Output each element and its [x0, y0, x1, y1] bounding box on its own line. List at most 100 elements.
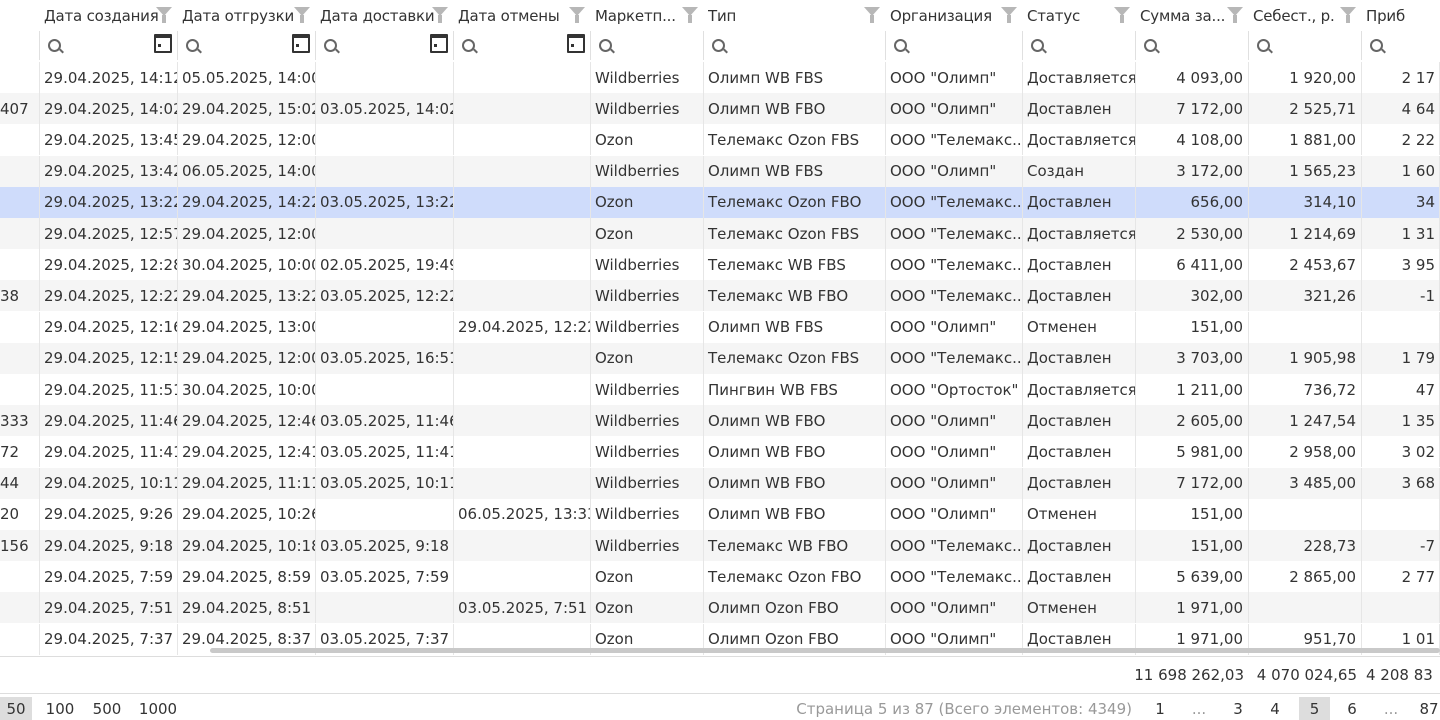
table-row[interactable]: 29.04.2025, 12:28 30.04.2025, 10:00 02.05.… [0, 249, 1440, 281]
table-row[interactable]: 29.04.2025, 7:59 29.04.2025, 8:59 03.05.20… [0, 561, 1440, 593]
filter-funnel-icon[interactable] [864, 7, 880, 23]
cell-sum: 6 411,00 [1136, 249, 1249, 281]
cell-type: Олимп WB FBO [704, 93, 886, 125]
filter-input-status[interactable] [1023, 31, 1136, 60]
search-icon [1031, 39, 1044, 52]
table-row[interactable]: 29.04.2025, 12:57 29.04.2025, 12:00 Ozon Те… [0, 218, 1440, 249]
table-row-selected[interactable]: 29.04.2025, 13:22 29.04.2025, 14:22 03.05.… [0, 186, 1440, 218]
cell-type: Телемакс Ozon FBO [704, 186, 886, 218]
cell-cancelled [454, 405, 591, 437]
filter-input-type[interactable] [704, 31, 886, 60]
table-row[interactable]: 38 29.04.2025, 12:22 29.04.2025, 13:22 03.0… [0, 280, 1440, 312]
cell-id: 38 [0, 280, 40, 312]
calendar-icon[interactable] [154, 34, 172, 53]
filter-input-cancelled[interactable] [454, 31, 591, 60]
filter-funnel-icon[interactable] [1001, 7, 1017, 23]
filter-input-shipped[interactable] [178, 31, 316, 60]
filter-input-marketplace[interactable] [591, 31, 704, 60]
table-row[interactable]: 20 29.04.2025, 9:26 29.04.2025, 10:26 06.05… [0, 498, 1440, 530]
cell-shipped: 29.04.2025, 13:00 [178, 311, 316, 343]
cell-org: ООО "Олимп" [886, 592, 1023, 624]
cell-marketplace: Wildberries [591, 530, 704, 561]
filter-funnel-icon[interactable] [1340, 7, 1356, 23]
cell-type: Телемакс WB FBO [704, 280, 886, 312]
page-87-button[interactable]: 87 [1414, 697, 1440, 720]
page-4-button[interactable]: 4 [1262, 697, 1288, 720]
page-size-100[interactable]: 100 [42, 697, 78, 720]
page-size-500[interactable]: 500 [88, 697, 126, 720]
cell-sum: 151,00 [1136, 311, 1249, 343]
filter-funnel-icon[interactable] [1114, 7, 1130, 23]
filter-input-created[interactable] [40, 31, 178, 60]
search-icon [1370, 39, 1383, 52]
table-row[interactable]: 72 29.04.2025, 11:41 29.04.2025, 12:41 03.0… [0, 436, 1440, 468]
cell-marketplace: Ozon [591, 561, 704, 593]
cell-status: Доставляется [1023, 62, 1136, 93]
page-6-button[interactable]: 6 [1338, 697, 1366, 720]
cell-shipped: 29.04.2025, 12:00 [178, 218, 316, 249]
cell-delivered [316, 155, 454, 187]
calendar-icon[interactable] [292, 34, 310, 53]
column-header-profit[interactable]: Приб [1362, 0, 1440, 31]
filter-input-cost[interactable] [1249, 31, 1362, 60]
filter-funnel-icon[interactable] [682, 7, 698, 23]
filter-input-profit[interactable] [1362, 31, 1440, 60]
cell-created: 29.04.2025, 11:46 [40, 405, 178, 437]
cell-shipped: 29.04.2025, 12:41 [178, 436, 316, 468]
cell-delivered [316, 62, 454, 93]
cell-type: Олимп WB FBS [704, 62, 886, 93]
cell-org: ООО "Олимп" [886, 498, 1023, 530]
table-row[interactable]: 29.04.2025, 14:12 05.05.2025, 14:00 Wildbe… [0, 62, 1440, 93]
table-row[interactable]: 29.04.2025, 13:42 06.05.2025, 14:00 Wildbe… [0, 155, 1440, 187]
page-5-button[interactable]: 5 [1299, 697, 1330, 720]
table-row[interactable]: 29.04.2025, 12:15 29.04.2025, 12:00 03.05.… [0, 342, 1440, 374]
cell-delivered: 03.05.2025, 13:22 [316, 186, 454, 218]
cell-cost: 228,73 [1249, 530, 1362, 561]
filter-funnel-icon[interactable] [1227, 7, 1243, 23]
pager: 50 100 500 1000 Страница 5 из 87 (Всего … [0, 697, 1440, 720]
table-row[interactable]: 29.04.2025, 7:51 29.04.2025, 8:51 03.05.20… [0, 592, 1440, 624]
cell-cost [1249, 311, 1362, 343]
cell-created: 29.04.2025, 12:28 [40, 249, 178, 281]
calendar-icon[interactable] [430, 34, 448, 53]
filter-funnel-icon[interactable] [569, 7, 585, 23]
header-row: Дата создания Дата отгрузки Дата доставки Д… [0, 0, 1440, 31]
page-3-button[interactable]: 3 [1226, 697, 1250, 720]
cell-org: ООО "Телемакс... [886, 124, 1023, 156]
cell-org: ООО "Телемакс... [886, 342, 1023, 374]
page-size-50[interactable]: 50 [0, 697, 32, 720]
cell-sum: 5 639,00 [1136, 561, 1249, 593]
filter-input-id[interactable] [0, 31, 40, 60]
table-row[interactable]: 29.04.2025, 13:45 29.04.2025, 12:00 Ozon Те… [0, 124, 1440, 156]
filter-input-delivered[interactable] [316, 31, 454, 60]
column-header-type[interactable]: Тип [704, 0, 886, 31]
table-row[interactable]: 156 29.04.2025, 9:18 29.04.2025, 10:18 03.0… [0, 530, 1440, 561]
calendar-icon[interactable] [567, 34, 585, 53]
cell-type: Олимп WB FBS [704, 155, 886, 187]
table-row[interactable]: 44 29.04.2025, 10:11 29.04.2025, 11:11 03.0… [0, 467, 1440, 499]
page-size-1000[interactable]: 1000 [136, 697, 180, 720]
column-header-label: Дата доставки [320, 6, 435, 25]
table-row[interactable]: 29.04.2025, 11:51 30.04.2025, 10:00 Wildbe… [0, 374, 1440, 405]
cell-sum: 3 172,00 [1136, 155, 1249, 187]
horizontal-scrollbar[interactable] [210, 648, 1440, 653]
cell-cancelled: 06.05.2025, 13:33 [454, 498, 591, 530]
cell-created: 29.04.2025, 14:02 [40, 93, 178, 125]
cell-status: Доставлен [1023, 405, 1136, 437]
filter-funnel-icon[interactable] [432, 7, 448, 23]
cell-shipped: 29.04.2025, 11:11 [178, 467, 316, 499]
cell-type: Олимп WB FBO [704, 405, 886, 437]
cell-status: Доставлен [1023, 93, 1136, 125]
filter-input-sum[interactable] [1136, 31, 1249, 60]
filter-funnel-icon[interactable] [294, 7, 310, 23]
table-row[interactable]: 29.04.2025, 12:16 29.04.2025, 13:00 29.04.… [0, 311, 1440, 343]
cell-shipped: 29.04.2025, 10:26 [178, 498, 316, 530]
cell-cancelled [454, 280, 591, 312]
table-row[interactable]: 333 29.04.2025, 11:46 29.04.2025, 12:46 03.… [0, 405, 1440, 437]
filter-input-org[interactable] [886, 31, 1023, 60]
filter-funnel-icon[interactable] [156, 7, 172, 23]
table-row[interactable]: 407 29.04.2025, 14:02 29.04.2025, 15:02 03.… [0, 93, 1440, 125]
search-icon [324, 39, 337, 52]
page-1-button[interactable]: 1 [1148, 697, 1172, 720]
page-ellipsis: ... [1191, 699, 1207, 718]
